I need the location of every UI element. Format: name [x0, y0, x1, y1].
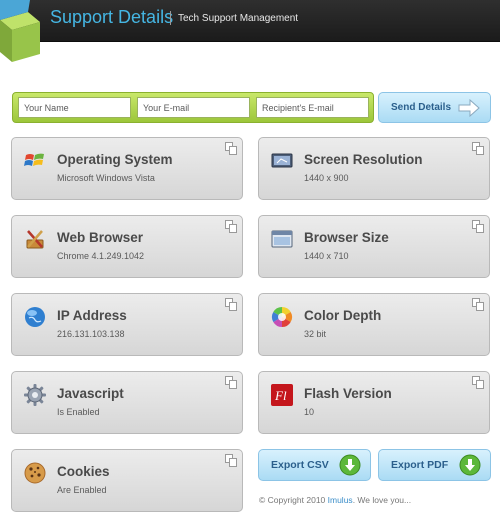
copy-icon[interactable] [472, 142, 484, 155]
export-pdf-button[interactable]: Export PDF [378, 449, 491, 481]
recipient-email-input[interactable] [256, 97, 369, 118]
card-value: Is Enabled [57, 407, 100, 417]
card-title: Operating System [57, 152, 173, 167]
card-value: Microsoft Windows Vista [57, 173, 155, 183]
color-wheel-icon [271, 306, 293, 328]
send-details-label: Send Details [391, 102, 452, 113]
export-csv-label: Export CSV [271, 459, 329, 471]
export-pdf-label: Export PDF [391, 459, 449, 471]
copy-icon[interactable] [225, 220, 237, 233]
download-icon [339, 454, 361, 476]
card-value: 32 bit [304, 329, 327, 339]
card-title: Cookies [57, 464, 110, 479]
browser-tools-icon [26, 230, 44, 249]
card-value: Chrome 4.1.249.1042 [57, 251, 145, 261]
card-title: Flash Version [304, 386, 392, 401]
copy-icon[interactable] [225, 454, 237, 467]
card-title: Web Browser [57, 230, 144, 245]
card-title: Color Depth [304, 308, 382, 323]
card-javascript: Javascript Is Enabled [11, 371, 243, 434]
logo-icon [0, 0, 40, 62]
footer-tagline: . We love you... [352, 495, 412, 505]
flash-icon: Fl [271, 384, 293, 406]
card-cookies: Cookies Are Enabled [11, 449, 243, 512]
copy-icon[interactable] [225, 376, 237, 389]
copy-icon[interactable] [225, 142, 237, 155]
card-title: Browser Size [304, 230, 389, 245]
card-color-depth: Color Depth 32 bit [258, 293, 490, 356]
cookie-icon [24, 462, 46, 484]
copyright-text: © Copyright 2010 [259, 495, 328, 505]
copy-icon[interactable] [225, 298, 237, 311]
card-value: 216.131.103.138 [57, 329, 125, 339]
globe-icon [25, 307, 45, 327]
export-csv-button[interactable]: Export CSV [258, 449, 371, 481]
card-title: IP Address [57, 308, 127, 323]
send-form [12, 92, 374, 123]
download-icon [459, 454, 481, 476]
imulus-link[interactable]: Imulus [328, 495, 353, 505]
card-value: 10 [304, 407, 315, 417]
card-web-browser: Web Browser Chrome 4.1.249.1042 [11, 215, 243, 278]
window-icon [271, 230, 293, 248]
name-input[interactable] [18, 97, 131, 118]
arrow-right-icon [458, 99, 480, 117]
header-bar: Support Details Tech Support Management [0, 0, 500, 62]
card-title: Screen Resolution [304, 152, 423, 167]
card-browser-size: Browser Size 1440 x 710 [258, 215, 490, 278]
card-operating-system: Operating System Microsoft Windows Vista [11, 137, 243, 200]
copy-icon[interactable] [472, 298, 484, 311]
monitor-icon [271, 153, 293, 168]
card-value: Are Enabled [57, 485, 107, 495]
card-value: 1440 x 710 [304, 251, 349, 261]
card-screen-resolution: Screen Resolution 1440 x 900 [258, 137, 490, 200]
page-title: Support Details [50, 7, 174, 27]
windows-logo-icon [24, 153, 44, 166]
page-subtitle: Tech Support Management [178, 13, 299, 24]
gear-icon [24, 384, 46, 406]
footer: © Copyright 2010 Imulus. We love you... [259, 495, 411, 505]
email-input[interactable] [137, 97, 250, 118]
copy-icon[interactable] [472, 376, 484, 389]
card-title: Javascript [57, 386, 124, 401]
card-ip-address: IP Address 216.131.103.138 [11, 293, 243, 356]
send-details-button[interactable]: Send Details [378, 92, 491, 123]
svg-text:Fl: Fl [274, 388, 287, 403]
header-divider [170, 11, 171, 25]
copy-icon[interactable] [472, 220, 484, 233]
card-value: 1440 x 900 [304, 173, 349, 183]
card-flash-version: Fl Flash Version 10 [258, 371, 490, 434]
